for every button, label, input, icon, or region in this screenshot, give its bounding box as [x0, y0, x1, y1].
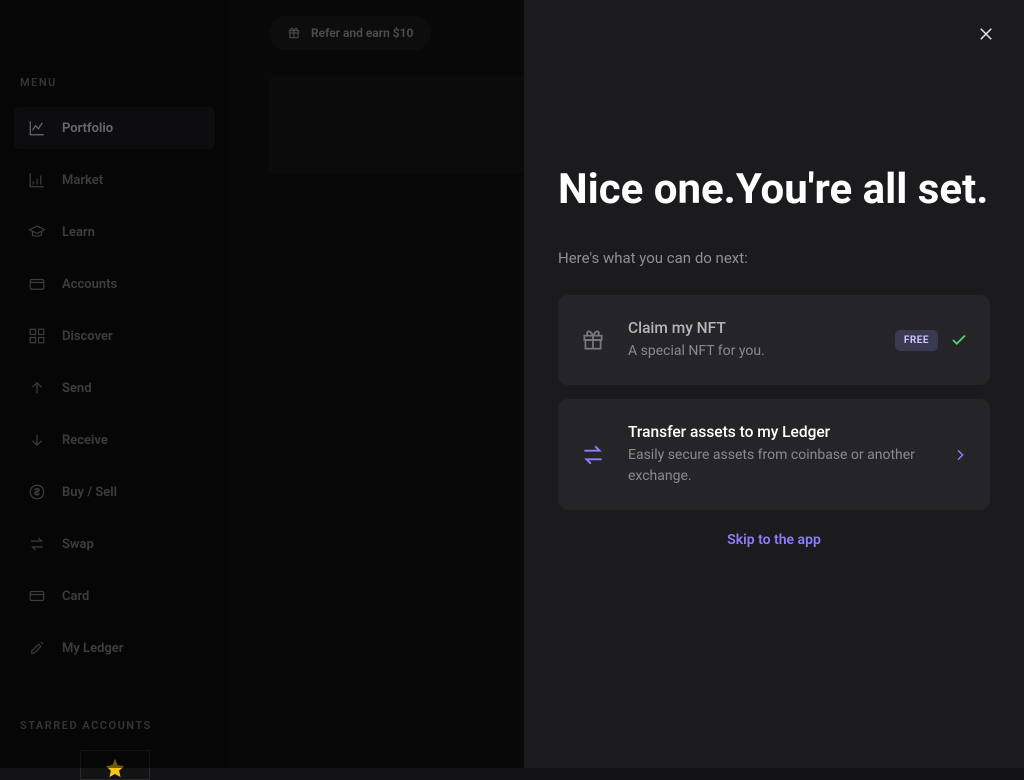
drawer-subtitle: Here's what you can do next: [558, 249, 990, 267]
check-icon [950, 331, 968, 349]
drawer-title: Nice one.You're all set. [558, 158, 990, 221]
card-title: Claim my NFT [628, 319, 873, 337]
card-trailing: FREE [895, 330, 968, 351]
modal-backdrop[interactable] [0, 0, 524, 768]
drawer-title-line1: Nice one. [558, 165, 736, 214]
card-claim-nft[interactable]: Claim my NFT A special NFT for you. FREE [558, 295, 990, 385]
chevron-right-icon [952, 447, 968, 463]
drawer-title-line2: You're all set. [736, 165, 989, 214]
gift-icon [580, 327, 606, 353]
card-desc: A special NFT for you. [628, 341, 873, 361]
skip-to-app-button[interactable]: Skip to the app [558, 532, 990, 548]
close-icon [977, 25, 995, 43]
free-badge: FREE [895, 330, 938, 351]
close-button[interactable] [974, 22, 998, 46]
card-title: Transfer assets to my Ledger [628, 423, 930, 441]
onboarding-complete-drawer: Nice one.You're all set. Here's what you… [524, 0, 1024, 768]
card-transfer-assets[interactable]: Transfer assets to my Ledger Easily secu… [558, 399, 990, 510]
transfer-icon [580, 442, 606, 468]
card-desc: Easily secure assets from coinbase or an… [628, 445, 930, 486]
